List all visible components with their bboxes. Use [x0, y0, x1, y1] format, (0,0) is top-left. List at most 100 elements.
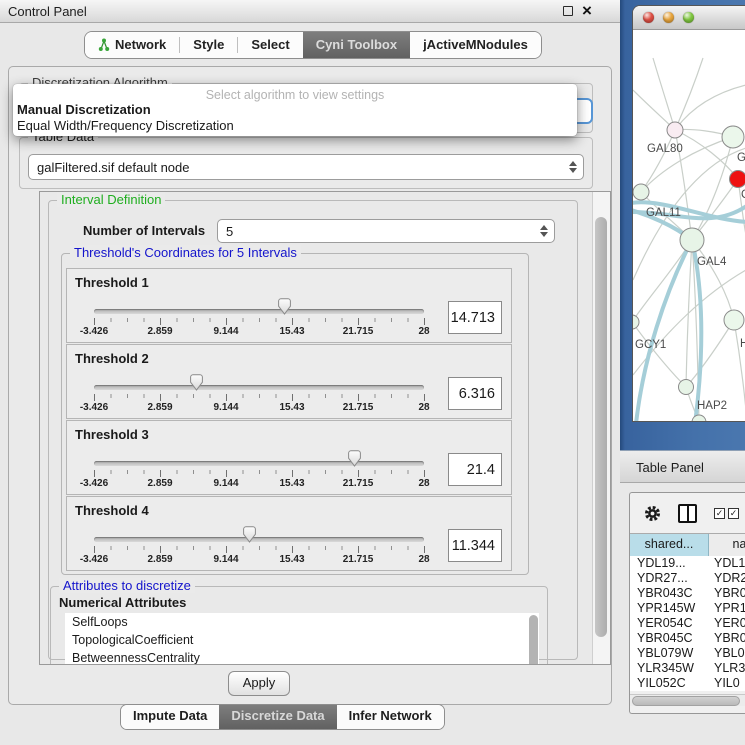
network-canvas[interactable]: GAL80GACGAL11GAL4GCY1HHAP2 — [633, 30, 745, 421]
attribute-list-item[interactable]: TopologicalCoefficient — [65, 631, 539, 649]
table-row[interactable]: YDL19...YDL1 — [630, 556, 745, 571]
cell-name[interactable]: YPR1 — [709, 601, 745, 616]
cell-name[interactable]: YBR0 — [709, 631, 745, 646]
split-columns-icon[interactable] — [678, 504, 697, 523]
cell-name[interactable]: YDR2 — [709, 571, 745, 586]
attribute-list-item[interactable]: BetweennessCentrality — [65, 649, 539, 665]
slider-track[interactable] — [94, 385, 424, 390]
close-icon[interactable]: × — [582, 0, 592, 22]
tab-style[interactable]: Style — [180, 32, 237, 58]
cell-shared-name[interactable]: YBR043C — [630, 586, 709, 601]
network-node-label: GAL80 — [647, 143, 683, 155]
network-node[interactable] — [633, 315, 639, 329]
tab-select[interactable]: Select — [238, 32, 302, 58]
cell-shared-name[interactable]: YDL19... — [630, 556, 709, 571]
cell-shared-name[interactable]: YIL052C — [630, 676, 709, 691]
cell-shared-name[interactable]: YPR145W — [630, 601, 709, 616]
tab-cyni-toolbox[interactable]: Cyni Toolbox — [303, 32, 410, 58]
cell-shared-name[interactable]: YER054C — [630, 616, 709, 631]
gear-icon[interactable] — [644, 505, 661, 522]
scale-label: 9.144 — [213, 478, 238, 489]
table-row[interactable]: YBR043CYBR0 — [630, 586, 745, 601]
scrollbar-thumb[interactable] — [595, 217, 607, 637]
cell-name[interactable]: YER0 — [709, 616, 745, 631]
network-node[interactable] — [679, 380, 694, 395]
cell-name[interactable]: YLR3 — [709, 661, 745, 676]
scale-label: 21.715 — [343, 326, 374, 337]
table-row[interactable]: YBL079WYBL0 — [630, 646, 745, 661]
network-node[interactable] — [724, 310, 744, 330]
cell-name[interactable]: YIL0 — [709, 676, 740, 691]
algorithm-option[interactable]: Manual Discretization — [17, 102, 151, 117]
attribute-list-item[interactable]: SelfLoops — [65, 613, 539, 631]
threshold-value-field[interactable]: 14.713 — [448, 301, 502, 334]
table-row[interactable]: YIL052CYIL0 — [630, 676, 745, 691]
table-row[interactable]: YER054CYER0 — [630, 616, 745, 631]
cyni-toolbox-panel: Discretization Algorithm Table Data galF… — [8, 66, 612, 705]
network-node[interactable] — [680, 228, 704, 252]
checkbox-icon[interactable]: ✓ — [714, 508, 725, 519]
slider-thumb[interactable] — [242, 526, 257, 548]
scale-label: 28 — [418, 326, 429, 337]
bottom-tab-impute-data[interactable]: Impute Data — [121, 705, 219, 729]
column-header-name[interactable]: na — [709, 534, 745, 556]
cell-name[interactable]: YBR0 — [709, 586, 745, 601]
table-row[interactable]: YLR345WYLR3 — [630, 661, 745, 676]
tab-label: Style — [193, 33, 224, 57]
cell-shared-name[interactable]: YBR045C — [630, 631, 709, 646]
table-horizontal-scrollbar[interactable] — [630, 694, 745, 706]
network-view-window[interactable]: GAL80GACGAL11GAL4GCY1HHAP2 — [632, 5, 745, 422]
network-window-titlebar[interactable] — [633, 6, 745, 30]
algorithm-option[interactable]: Equal Width/Frequency Discretization — [17, 118, 234, 133]
tab-jactivemnodules[interactable]: jActiveMNodules — [410, 32, 541, 58]
network-node[interactable] — [667, 122, 683, 138]
apply-button[interactable]: Apply — [228, 671, 290, 696]
slider-thumb[interactable] — [277, 298, 292, 320]
threshold-value-field[interactable]: 6.316 — [448, 377, 502, 410]
float-window-icon[interactable] — [563, 6, 573, 16]
cell-shared-name[interactable]: YLR345W — [630, 661, 709, 676]
threshold-label: Threshold 4 — [75, 503, 149, 518]
slider-thumb[interactable] — [347, 450, 362, 472]
threshold-value-field[interactable]: 21.4 — [448, 453, 502, 486]
tab-network[interactable]: Network — [85, 32, 179, 58]
bottom-tab-infer-network[interactable]: Infer Network — [337, 705, 444, 729]
scrollbar-thumb[interactable] — [632, 696, 740, 706]
checkbox-icon[interactable]: ✓ — [728, 508, 739, 519]
table-header-row: shared... na — [630, 533, 745, 557]
network-node[interactable] — [633, 184, 649, 200]
column-header-shared[interactable]: shared... — [630, 534, 709, 556]
slider-thumb[interactable] — [189, 374, 204, 396]
slider-track[interactable] — [94, 537, 424, 542]
cell-shared-name[interactable]: YDR27... — [630, 571, 709, 586]
thresholds-group: Threshold's Coordinates for 5 Intervals … — [61, 253, 529, 575]
network-node-label: GA — [737, 152, 745, 164]
table-row[interactable]: YBR045CYBR0 — [630, 631, 745, 646]
scale-label: 21.715 — [343, 478, 374, 489]
list-scrollbar[interactable] — [528, 613, 539, 665]
table-row[interactable]: YPR145WYPR1 — [630, 601, 745, 616]
control-panel-tabbar: Network Style SelectCyni ToolboxjActiveMNo… — [84, 31, 542, 59]
panel-title: Control Panel — [8, 4, 87, 19]
network-node[interactable] — [730, 171, 745, 188]
cell-name[interactable]: YBL0 — [709, 646, 745, 661]
table-row[interactable]: YDR27...YDR2 — [630, 571, 745, 586]
minimize-traffic-light-icon[interactable] — [663, 12, 674, 23]
network-node[interactable] — [722, 126, 744, 148]
settings-vertical-scrollbar[interactable] — [592, 192, 610, 664]
number-of-intervals-combobox[interactable]: 5 — [217, 219, 555, 243]
slider-track[interactable] — [94, 461, 424, 466]
cell-name[interactable]: YDL1 — [709, 556, 745, 571]
close-traffic-light-icon[interactable] — [643, 12, 654, 23]
cell-shared-name[interactable]: YBL079W — [630, 646, 709, 661]
scale-label: -3.426 — [80, 554, 108, 565]
bottom-tab-discretize-data[interactable]: Discretize Data — [219, 705, 336, 729]
table-data-group: Table Data galFiltered.sif default node — [19, 137, 593, 189]
scale-label: 15.43 — [279, 478, 304, 489]
algorithm-placeholder: Select algorithm to view settings — [13, 88, 577, 102]
slider-track[interactable] — [94, 309, 424, 314]
threshold-value-field[interactable]: 11.344 — [448, 529, 502, 562]
numerical-attributes-list[interactable]: SelfLoopsTopologicalCoefficientBetweenne… — [65, 613, 539, 665]
zoom-traffic-light-icon[interactable] — [683, 12, 694, 23]
table-data-combobox[interactable]: galFiltered.sif default node — [28, 154, 584, 180]
